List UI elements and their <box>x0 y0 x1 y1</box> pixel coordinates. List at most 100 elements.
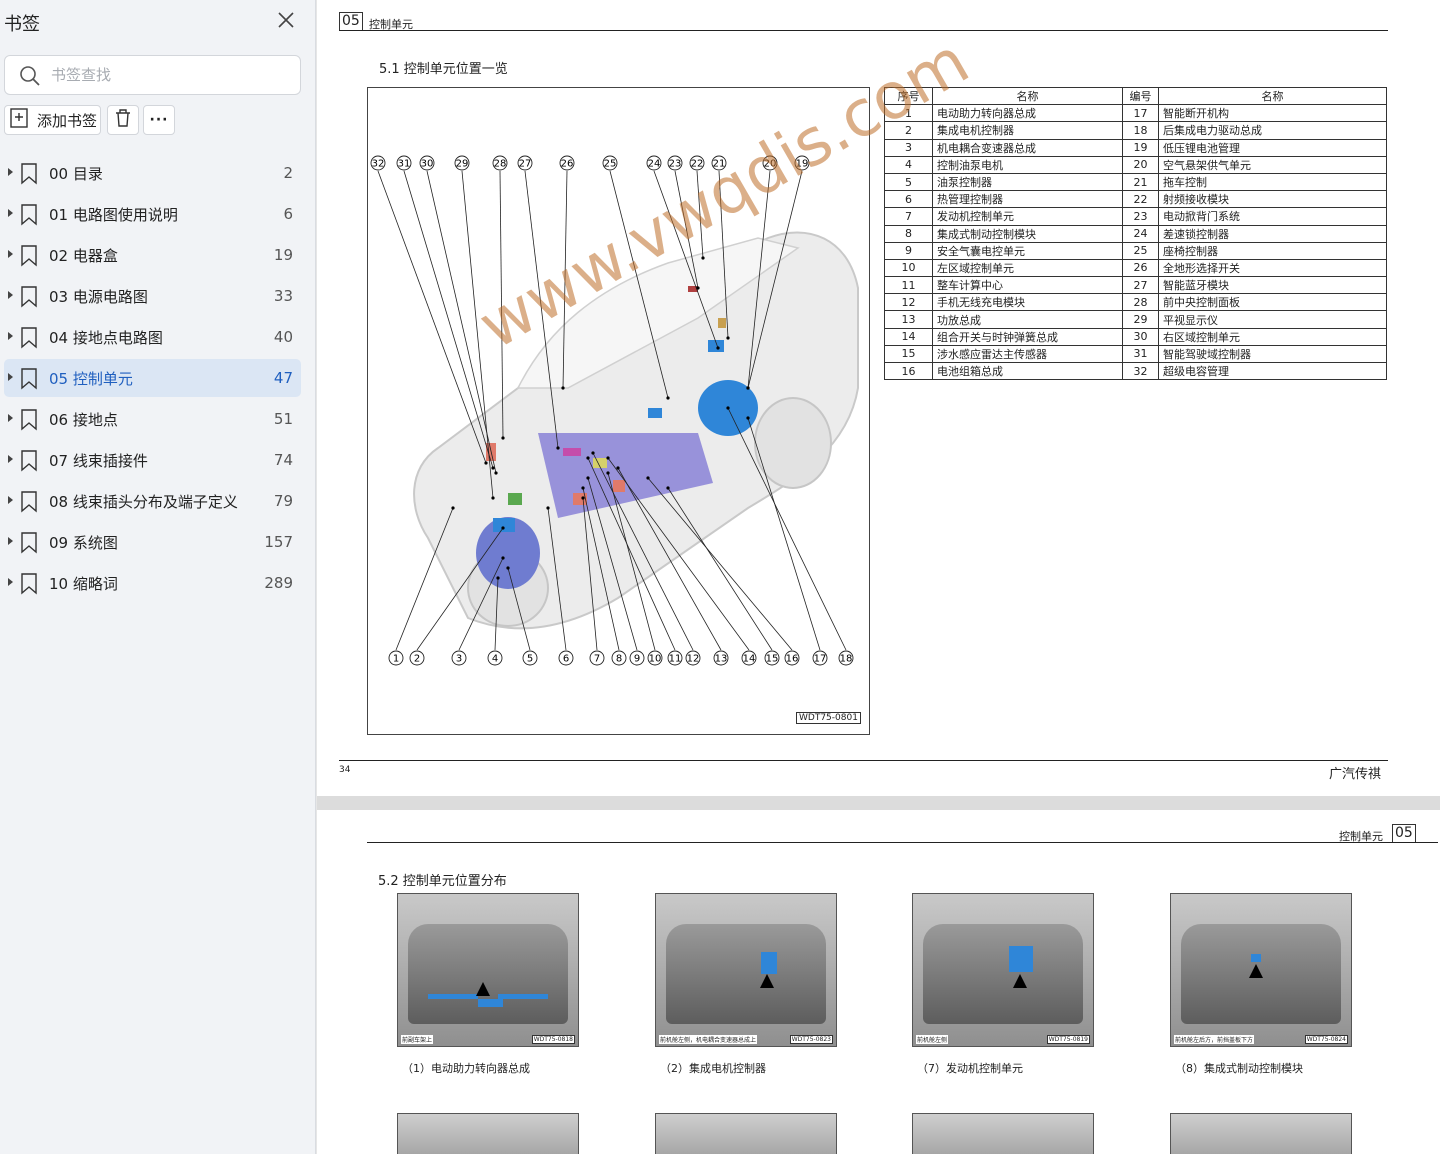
expand-arrow-icon[interactable] <box>8 209 13 217</box>
expand-arrow-icon[interactable] <box>8 373 13 381</box>
callout-label: 25 <box>604 159 617 170</box>
bookmark-item[interactable]: 04 接地点电路图 40 <box>4 318 301 356</box>
table-cell: 热管理控制器 <box>932 190 1123 209</box>
leader-endpoint <box>501 556 505 560</box>
expand-arrow-icon[interactable] <box>8 578 13 586</box>
table-row: 2 集成电机控制器 18 后集成电力驱动总成 <box>884 121 1387 140</box>
callout-label: 14 <box>743 654 756 665</box>
callout-number: 2 <box>409 650 425 666</box>
delete-bookmark-button[interactable] <box>107 105 139 135</box>
callout-label: 5 <box>527 654 533 665</box>
leader-endpoint <box>561 386 565 390</box>
callout-label: 22 <box>691 159 704 170</box>
table-cell: 13 <box>884 310 933 329</box>
bookmark-search-input[interactable] <box>51 64 281 86</box>
leader-endpoint <box>556 446 560 450</box>
table-cell: 10 <box>884 258 933 278</box>
more-options-button[interactable]: ··· <box>143 105 175 135</box>
subheading: 5.1 控制单元位置一览 <box>379 62 508 77</box>
add-bookmark-button[interactable]: 添加书签 <box>4 105 101 135</box>
location-arrow-icon <box>476 982 490 996</box>
bookmark-panel: 书签 添加书签 ··· 00 目录 2 01 电路图使用说明 6 02 电器盒 19 03 … <box>0 0 316 1154</box>
bookmark-item[interactable]: 01 电路图使用说明 6 <box>4 195 301 233</box>
callout-label: 2 <box>414 654 420 665</box>
bookmark-item[interactable]: 00 目录 2 <box>4 154 301 192</box>
table-row: 14 组合开关与时钟弹簧总成 30 右区域控制单元 <box>884 327 1387 346</box>
table-row: 13 功放总成 29 平视显示仪 <box>884 310 1387 329</box>
expand-arrow-icon[interactable] <box>8 168 13 176</box>
leader-endpoint <box>716 346 720 350</box>
table-cell: 31 <box>1122 344 1159 364</box>
bookmark-item[interactable]: 07 线束插接件 74 <box>4 441 301 479</box>
bookmark-item[interactable]: 06 接地点 51 <box>4 400 301 438</box>
table-cell: 11 <box>884 276 933 295</box>
bookmark-page-number: 157 <box>264 533 293 551</box>
document-viewer[interactable]: 05 控制单元 5.1 控制单元位置一览 32 31 30 29 28 27 2… <box>317 0 1440 1154</box>
table-cell: 22 <box>1122 190 1159 209</box>
bookmark-item[interactable]: 10 缩略词 289 <box>4 564 301 602</box>
vehicle-photo-body <box>408 924 568 1024</box>
section-number-box: 05 <box>1392 824 1416 843</box>
control-unit-table: 序号 名称 编号 名称 1 电动助力转向器总成 17 智能断开机构 2 集成电机控制器 18… <box>884 86 1387 381</box>
add-bookmark-label: 添加书签 <box>37 111 98 130</box>
callout-label: 19 <box>796 159 809 170</box>
callout-label: 31 <box>398 159 411 170</box>
bookmark-item[interactable]: 02 电器盒 19 <box>4 236 301 274</box>
callout-number: 11 <box>667 650 683 666</box>
expand-arrow-icon[interactable] <box>8 250 13 258</box>
bookmark-search-box[interactable] <box>4 55 301 95</box>
bookmark-label: 08 线束插头分布及端子定义 <box>49 493 238 511</box>
table-cell: 2 <box>884 121 933 140</box>
footer-rule <box>339 760 1388 761</box>
table-cell: 手机无线充电模块 <box>932 293 1123 312</box>
table-cell: 3 <box>884 138 933 157</box>
leader-endpoint <box>451 506 455 510</box>
bookmark-item[interactable]: 08 线束插头分布及端子定义 79 <box>4 482 301 520</box>
table-row: 5 油泵控制器 21 拖车控制 <box>884 172 1387 192</box>
bookmark-label: 06 接地点 <box>49 411 118 429</box>
table-cell: 23 <box>1122 207 1159 226</box>
table-row: 6 热管理控制器 22 射频接收模块 <box>884 190 1387 209</box>
footer-brand: 广汽传祺 <box>1329 767 1382 782</box>
table-cell: 低压锂电池管理 <box>1158 138 1387 157</box>
table-cell: 14 <box>884 327 933 346</box>
bookmark-item[interactable]: 09 系统图 157 <box>4 523 301 561</box>
bookmark-item[interactable]: 03 电源电路图 33 <box>4 277 301 315</box>
bookmark-icon <box>20 163 38 189</box>
expand-arrow-icon[interactable] <box>8 414 13 422</box>
leader-endpoint <box>546 506 550 510</box>
vehicle-photo-body <box>666 924 826 1024</box>
table-cell: 17 <box>1122 104 1159 123</box>
expand-arrow-icon[interactable] <box>8 537 13 545</box>
leader-endpoint <box>606 456 610 460</box>
location-photo: 前副车架上 WDT75-0818 <box>397 893 579 1047</box>
table-cell: 全地形选择开关 <box>1158 258 1387 278</box>
bookmark-item[interactable]: 05 控制单元 47 <box>4 359 301 397</box>
table-cell: 4 <box>884 155 933 174</box>
leader-endpoint <box>646 476 650 480</box>
table-cell: 座椅控制器 <box>1158 241 1387 260</box>
expand-arrow-icon[interactable] <box>8 455 13 463</box>
close-icon[interactable] <box>276 10 296 30</box>
location-photo <box>655 1113 837 1154</box>
table-cell: 平视显示仪 <box>1158 310 1387 329</box>
photo-inner-caption: 前机舱左后方，前挡盖板下方 <box>1174 1035 1255 1044</box>
expand-arrow-icon[interactable] <box>8 332 13 340</box>
column-header: 名称 <box>1158 86 1387 106</box>
subheading: 5.2 控制单元位置分布 <box>378 874 507 889</box>
expand-arrow-icon[interactable] <box>8 291 13 299</box>
leader-endpoint <box>701 256 705 260</box>
column-header: 名称 <box>932 86 1123 106</box>
callout-number: 1 <box>388 650 404 666</box>
expand-arrow-icon[interactable] <box>8 496 13 504</box>
leader-endpoint <box>726 406 730 410</box>
callout-number: 7 <box>589 650 605 666</box>
table-cell: 超级电容管理 <box>1158 361 1387 381</box>
table-row: 3 机电耦合变速器总成 19 低压锂电池管理 <box>884 138 1387 157</box>
photo-code: WDT75-0823 <box>789 1035 833 1044</box>
callout-number: 9 <box>629 650 645 666</box>
callout-number: 4 <box>487 650 503 666</box>
column-header: 编号 <box>1122 86 1159 106</box>
callout-label: 30 <box>421 159 434 170</box>
bookmark-page-number: 47 <box>273 369 293 387</box>
